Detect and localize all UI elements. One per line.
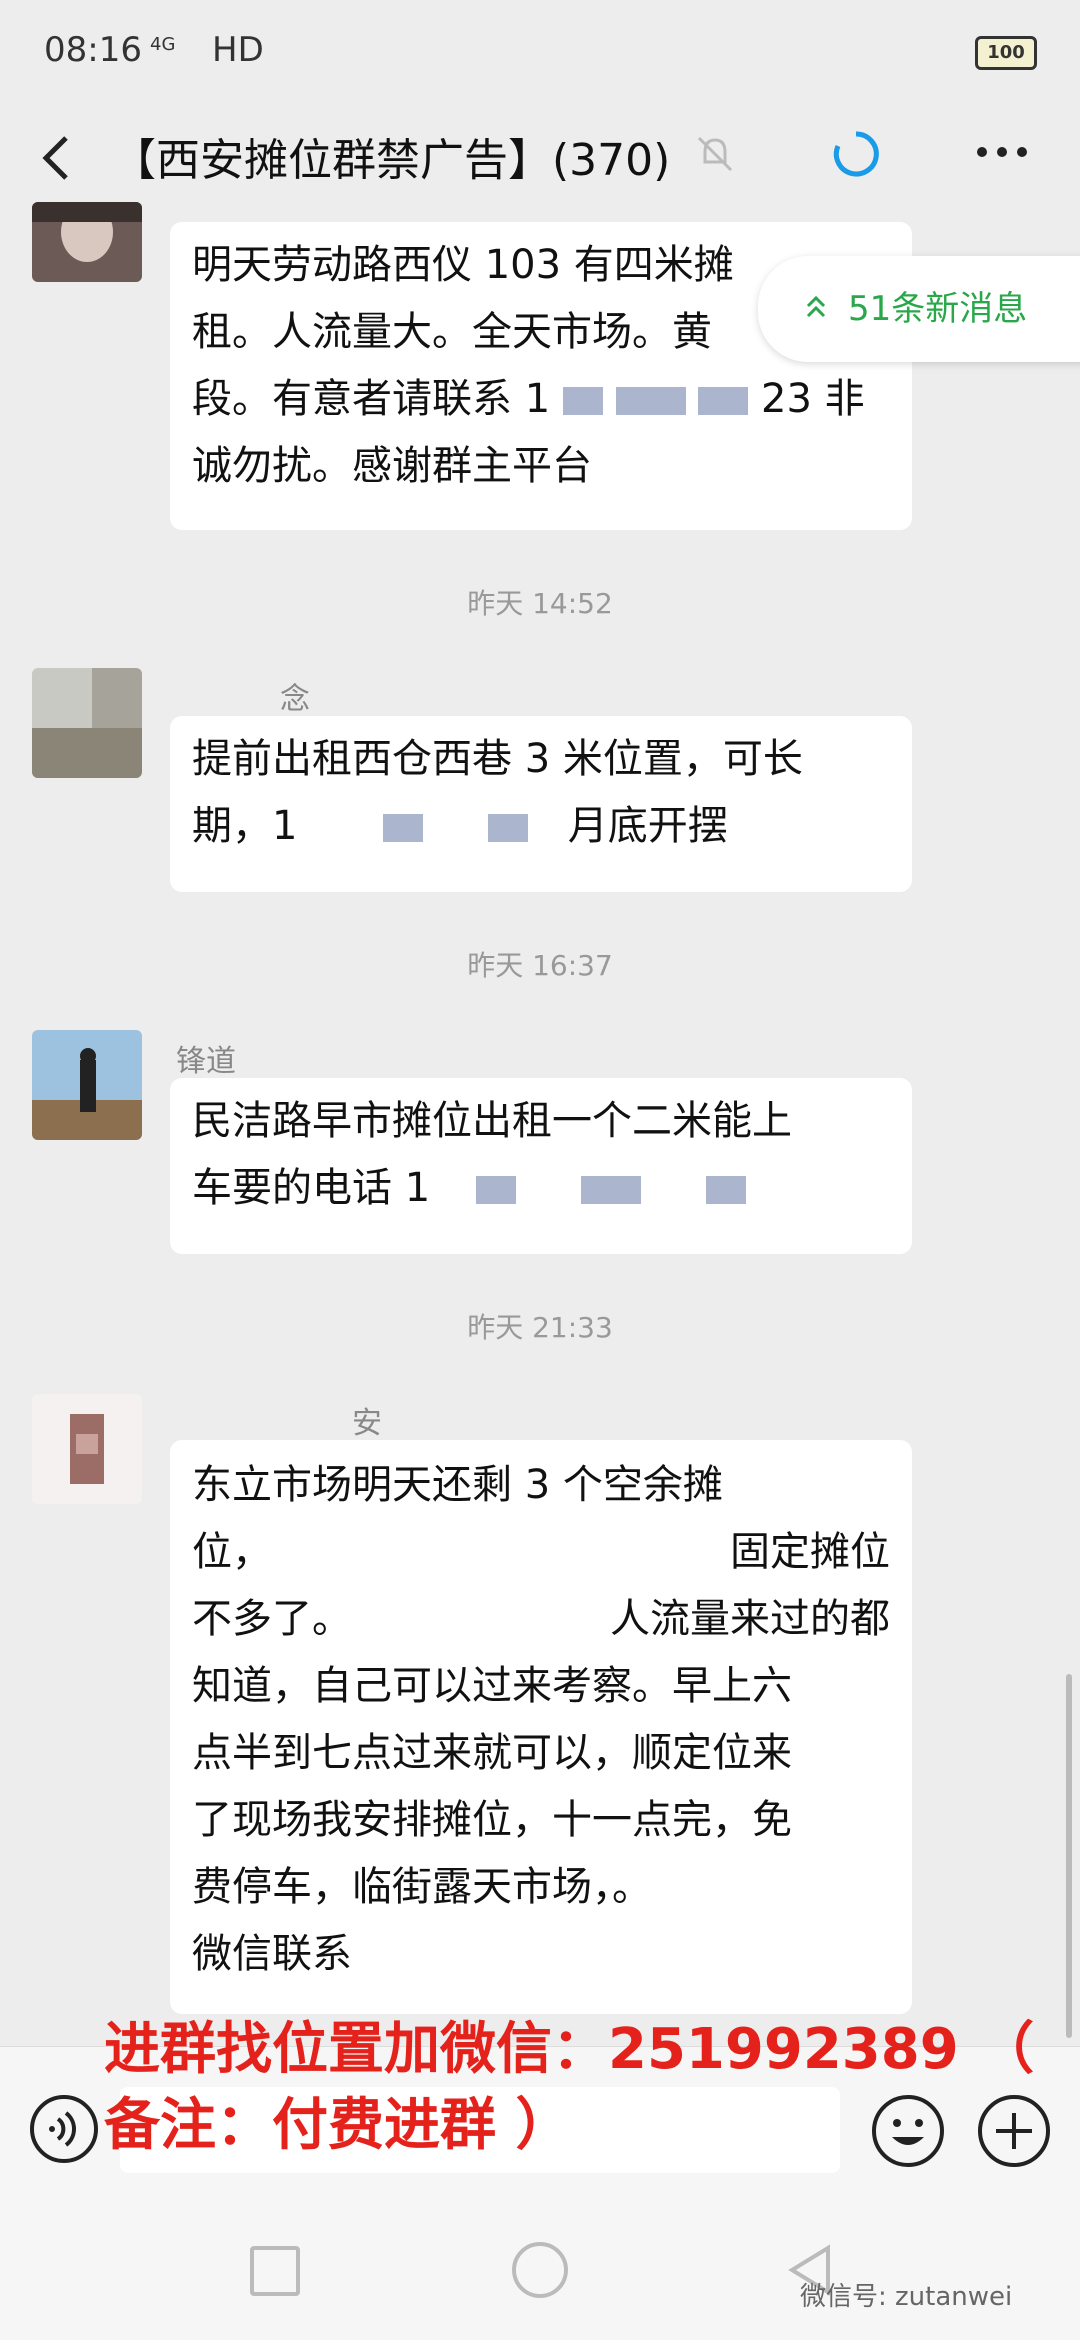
chat-header: 【西安摊位群禁广告】(370) — [0, 108, 1080, 218]
message-text: 段。有意者请联系 1 — [192, 376, 551, 422]
battery-icon: 100 — [975, 36, 1037, 70]
double-chevron-up-icon — [806, 295, 826, 318]
redacted-block — [475, 1176, 516, 1204]
redacted-block — [581, 1176, 642, 1204]
redacted-block — [488, 814, 529, 842]
message-line: 了现场我安排摊位，十一点完，免 — [192, 1797, 792, 1843]
message-line: 不多了。 人流量来过的都 — [192, 1586, 890, 1653]
mute-bell-icon — [697, 136, 733, 172]
new-messages-label: 51条新消息 — [848, 289, 1028, 329]
scrollbar[interactable] — [1066, 1674, 1072, 2038]
avatar[interactable] — [32, 1030, 142, 1140]
sender-name: 安 — [352, 1406, 382, 1441]
message-bubble[interactable]: 东立市场明天还剩 3 个空余摊 位， 固定摊位 不多了。 人流量来过的都 知道，… — [170, 1440, 912, 2014]
sender-name: 锋道 — [176, 1044, 236, 1079]
timestamp-divider: 昨天 21:33 — [467, 1311, 613, 1344]
message-line: 微信联系 — [192, 1931, 352, 1977]
chat-title: 【西安摊位群禁广告】(370) — [112, 135, 671, 186]
redacted-block — [562, 387, 603, 415]
message-line: 东立市场明天还剩 3 个空余摊 — [192, 1462, 723, 1508]
hd-indicator: HD — [212, 30, 264, 70]
promo-overlay-text: 进群找位置加微信：251992389 （ 备注：付费进群 ） — [104, 2012, 1064, 2164]
redacted-block — [698, 387, 749, 415]
message-bubble[interactable]: 提前出租西仓西巷 3 米位置，可长 期，1 月底开摆 — [170, 716, 912, 892]
new-messages-button[interactable]: 51条新消息 — [758, 256, 1080, 362]
home-button[interactable] — [512, 2242, 568, 2298]
avatar[interactable] — [32, 1394, 142, 1504]
watermark: 微信号: zutanwei — [800, 2282, 1013, 2312]
redacted-block — [615, 387, 686, 415]
message-text: 期，1 — [192, 803, 298, 849]
network-indicator: 4G — [150, 34, 176, 55]
message-line: 费停车，临街露天市场，。 — [192, 1864, 652, 1910]
message-line: 点半到七点过来就可以，顺定位来 — [192, 1730, 792, 1776]
voice-input-icon[interactable] — [28, 2093, 100, 2165]
back-arrow-icon[interactable] — [28, 128, 88, 188]
message-line: 知道，自己可以过来考察。早上六 — [192, 1663, 792, 1709]
avatar[interactable] — [32, 202, 142, 282]
message-text: 月底开摆 — [567, 803, 728, 849]
promo-line: 进群找位置加微信：251992389 （ — [104, 2017, 1035, 2082]
promo-line: 备注：付费进群 ） — [104, 2093, 572, 2158]
message-line: 位， 固定摊位 — [192, 1519, 890, 1586]
status-time: 08:16 — [44, 30, 142, 70]
message-text: 位， — [192, 1529, 272, 1575]
message-text: 车要的电话 1 — [192, 1165, 431, 1211]
redacted-block — [382, 814, 423, 842]
avatar[interactable] — [32, 668, 142, 778]
timestamp-divider: 昨天 14:52 — [467, 587, 613, 620]
message-line: 民洁路早市摊位出租一个二米能上 — [192, 1098, 792, 1144]
more-options-icon[interactable] — [972, 132, 1032, 172]
message-line: 段。有意者请联系 1 23 非 — [192, 366, 890, 433]
message-bubble[interactable]: 民洁路早市摊位出租一个二米能上 车要的电话 1 — [170, 1078, 912, 1254]
message-text: 固定摊位 — [730, 1529, 890, 1575]
timestamp-divider: 昨天 16:37 — [467, 949, 613, 982]
message-text: 人流量来过的都 — [610, 1596, 890, 1642]
recent-apps-button[interactable] — [250, 2246, 300, 2296]
message-text: 不多了。 — [192, 1596, 352, 1642]
refresh-icon[interactable] — [830, 128, 882, 180]
message-line: 车要的电话 1 — [192, 1155, 890, 1222]
message-line: 提前出租西仓西巷 3 米位置，可长 — [192, 736, 803, 782]
message-line: 期，1 月底开摆 — [192, 793, 890, 860]
message-text: 23 非 — [761, 376, 865, 422]
sender-name: 念 — [280, 682, 310, 717]
redacted-block — [706, 1176, 747, 1204]
status-bar: 08:16 4G HD 100 — [0, 0, 1080, 108]
message-line: 诚勿扰。感谢群主平台 — [192, 443, 592, 489]
